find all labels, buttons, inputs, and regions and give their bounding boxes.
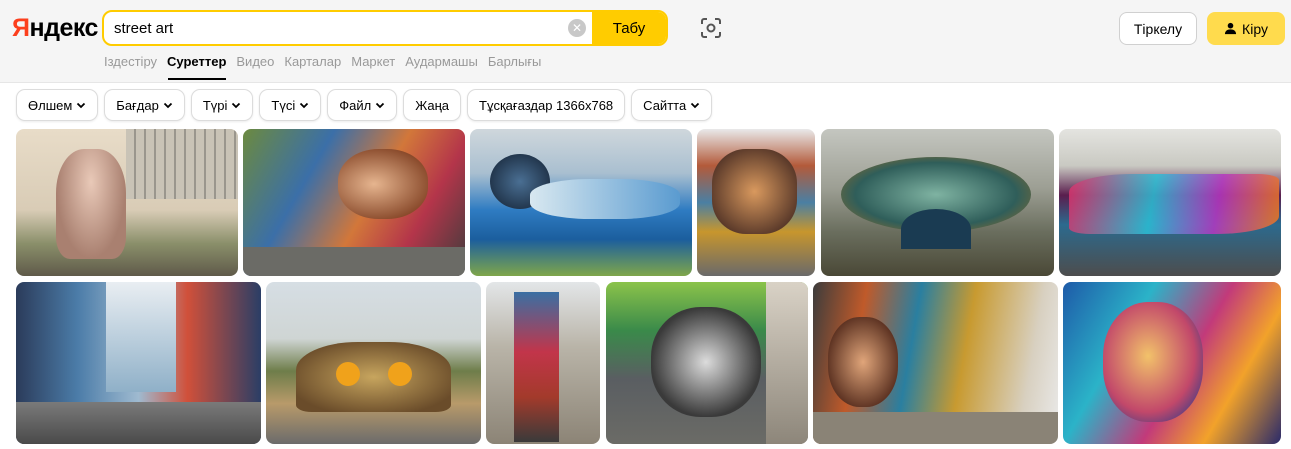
chevron-down-icon	[376, 102, 385, 109]
search-tabs: Іздестіру Суреттер Видео Карталар Маркет…	[104, 54, 551, 80]
register-button[interactable]: Тіркелу	[1119, 12, 1197, 45]
logo-rest: ндекс	[29, 14, 98, 42]
filter-label: Түсі	[271, 97, 296, 113]
search-button[interactable]: Табу	[592, 12, 666, 44]
chevron-down-icon	[77, 102, 86, 109]
filter-file[interactable]: Файл	[327, 89, 398, 121]
image-result-owl-building[interactable]	[266, 282, 481, 444]
filter-label: Файл	[339, 97, 372, 113]
image-result-face-building[interactable]	[697, 129, 815, 276]
filter-label: Тұсқағаздар 1366x768	[479, 97, 614, 113]
image-result-girl-mural[interactable]	[16, 129, 238, 276]
filter-site[interactable]: Сайтта	[631, 89, 713, 121]
image-result-woman-face-mural[interactable]	[1063, 282, 1281, 444]
yandex-logo[interactable]: Яндекс	[12, 14, 98, 43]
filter-new[interactable]: Жаңа	[403, 89, 462, 121]
tab-maps[interactable]: Карталар	[284, 54, 351, 80]
search-box: ✕ Табу	[102, 10, 668, 46]
camera-lens-icon[interactable]	[699, 16, 723, 40]
header: Яндекс ✕ Табу Тіркелу Кіру Іздестіру Сур…	[0, 0, 1291, 83]
image-result-face-mural[interactable]	[243, 129, 465, 276]
filter-label: Бағдар	[116, 97, 159, 113]
tab-search[interactable]: Іздестіру	[104, 54, 167, 80]
chevron-down-icon	[691, 102, 700, 109]
tab-translator[interactable]: Аудармашы	[405, 54, 488, 80]
tab-market[interactable]: Маркет	[351, 54, 405, 80]
filter-label: Жаңа	[415, 97, 450, 113]
tab-all[interactable]: Барлығы	[488, 54, 552, 80]
image-result-graffiti-alley[interactable]	[16, 282, 261, 444]
image-result-mask-wall[interactable]	[813, 282, 1058, 444]
filter-label: Сайтта	[643, 97, 687, 113]
chevron-down-icon	[232, 102, 241, 109]
user-icon	[1224, 22, 1237, 35]
image-result-colorful-wall[interactable]	[1059, 129, 1281, 276]
image-result-tall-mural[interactable]	[486, 282, 600, 444]
image-result-sleeping-girl-mural[interactable]	[470, 129, 692, 276]
login-label: Кіру	[1242, 20, 1268, 37]
active-tab-underline	[168, 78, 226, 80]
filter-color[interactable]: Түсі	[259, 89, 322, 121]
filter-label: Түрі	[202, 97, 228, 113]
filter-orientation[interactable]: Бағдар	[104, 89, 185, 121]
image-result-turtle-mural[interactable]	[821, 129, 1054, 276]
search-input[interactable]	[114, 12, 564, 44]
clear-search-icon[interactable]: ✕	[568, 19, 586, 37]
login-button[interactable]: Кіру	[1207, 12, 1285, 45]
tab-video[interactable]: Видео	[236, 54, 284, 80]
chevron-down-icon	[300, 102, 309, 109]
image-result-raccoon-mural[interactable]	[606, 282, 808, 444]
chevron-down-icon	[163, 102, 172, 109]
filter-size[interactable]: Өлшем	[16, 89, 99, 121]
filter-type[interactable]: Түрі	[190, 89, 254, 121]
filter-wallpapers[interactable]: Тұсқағаздар 1366x768	[467, 89, 626, 121]
filter-label: Өлшем	[28, 97, 73, 113]
tab-images[interactable]: Суреттер	[167, 54, 236, 80]
filter-bar: Өлшем Бағдар Түрі Түсі Файл Жаңа Тұсқаға…	[16, 89, 713, 121]
logo-first-letter: Я	[12, 14, 30, 42]
